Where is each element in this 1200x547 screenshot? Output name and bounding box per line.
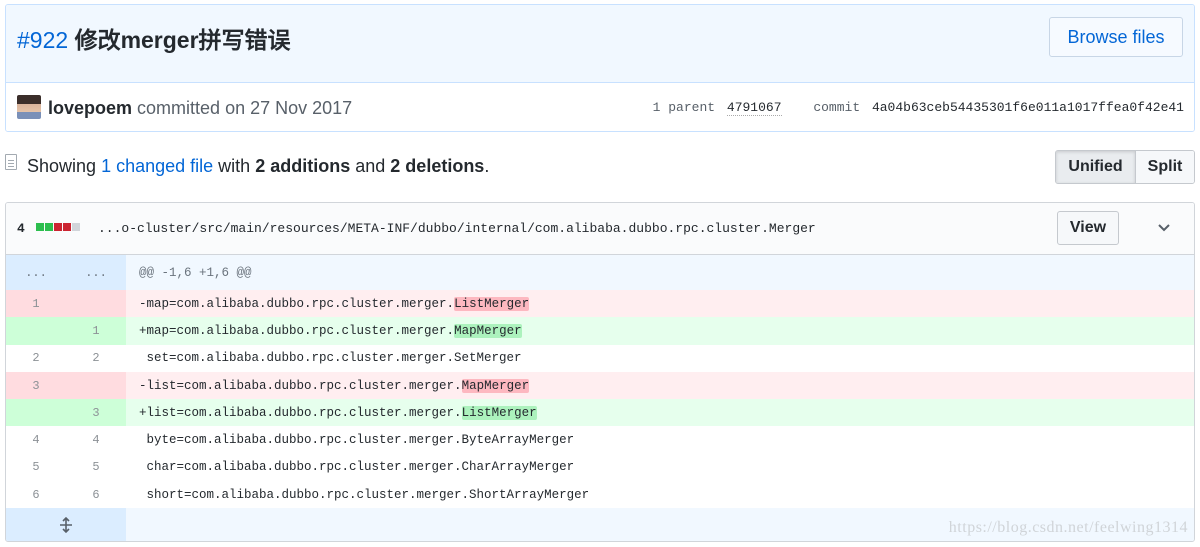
chevron-down-icon[interactable]	[1156, 219, 1172, 235]
diff-view-toggle: Unified Split	[1055, 150, 1195, 184]
word-highlight: MapMerger	[454, 323, 522, 338]
diff-table: ... ... @@ -1,6 +1,6 @@ 1 -map=com.alibab…	[6, 255, 1194, 541]
code-text: -list=com.alibaba.dubbo.rpc.cluster.merg…	[139, 378, 462, 393]
new-line-number[interactable]	[66, 290, 126, 318]
code-line: -map=com.alibaba.dubbo.rpc.cluster.merge…	[126, 290, 1194, 318]
sha-block: 1 parent 4791067 commit 4a04b63ceb544353…	[652, 100, 1184, 116]
diff-line-ctx: 22 set=com.alibaba.dubbo.rpc.cluster.mer…	[6, 344, 1194, 372]
browse-files-button[interactable]: Browse files	[1049, 17, 1183, 57]
committed-date: committed on 27 Nov 2017	[137, 98, 353, 118]
unified-button[interactable]: Unified	[1056, 151, 1136, 183]
hunk-expand-right[interactable]: ...	[66, 255, 126, 290]
diff-line-ctx: 44 byte=com.alibaba.dubbo.rpc.cluster.me…	[6, 426, 1194, 454]
diff-line-ctx: 55 char=com.alibaba.dubbo.rpc.cluster.me…	[6, 453, 1194, 482]
hunk-expand-left[interactable]: ...	[6, 255, 66, 290]
diffstat-del-block	[63, 223, 71, 231]
diff-line-del: 1 -map=com.alibaba.dubbo.rpc.cluster.merg…	[6, 290, 1194, 318]
new-line-number[interactable]: 3	[66, 399, 126, 427]
code-line: short=com.alibaba.dubbo.rpc.cluster.merg…	[126, 481, 1194, 509]
diffstat-del-block	[54, 223, 62, 231]
unfold-icon	[60, 516, 72, 533]
commit-title-bar: #922 修改merger拼写错误 Browse files	[6, 5, 1194, 83]
split-button[interactable]: Split	[1136, 151, 1194, 183]
code-text: byte=com.alibaba.dubbo.rpc.cluster.merge…	[139, 433, 575, 448]
diff-line-ctx: 66 short=com.alibaba.dubbo.rpc.cluster.m…	[6, 481, 1194, 509]
diffstat-blocks	[36, 223, 80, 231]
commit-meta: lovepoem committed on 27 Nov 2017 1 pare…	[6, 84, 1194, 131]
view-file-button[interactable]: View	[1057, 211, 1119, 245]
watermark: https://blog.csdn.net/feelwing1314	[948, 519, 1188, 536]
old-line-number[interactable]: 6	[6, 481, 66, 509]
toc-summary: Showing 1 changed file with 2 additions …	[27, 156, 489, 177]
code-text: +list=com.alibaba.dubbo.rpc.cluster.merg…	[139, 405, 462, 420]
hunk-header: @@ -1,6 +1,6 @@	[126, 255, 1194, 290]
hunk-header-row: ... ... @@ -1,6 +1,6 @@	[6, 255, 1194, 290]
new-line-number[interactable]: 6	[66, 481, 126, 509]
old-line-number[interactable]	[6, 317, 66, 345]
file-header: 4 ...o-cluster/src/main/resources/META-I…	[6, 203, 1194, 255]
file-diff: 4 ...o-cluster/src/main/resources/META-I…	[5, 202, 1195, 542]
diffstat-add-block	[45, 223, 53, 231]
diff-line-add: 3 +list=com.alibaba.dubbo.rpc.cluster.mer…	[6, 399, 1194, 427]
old-line-number[interactable]: 1	[6, 290, 66, 318]
toc-and: and	[355, 156, 386, 176]
diffstat-neutral-block	[72, 223, 80, 231]
new-line-number[interactable]: 1	[66, 317, 126, 345]
word-highlight: ListMerger	[454, 296, 530, 311]
old-line-number[interactable]: 4	[6, 426, 66, 454]
author-link[interactable]: lovepoem	[48, 98, 132, 118]
toc-period: .	[484, 156, 490, 176]
commit-message: 修改merger拼写错误	[74, 27, 291, 53]
diff-line-del: 3 -list=com.alibaba.dubbo.rpc.cluster.mer…	[6, 371, 1194, 400]
parent-sha-link[interactable]: 4791067	[726, 100, 782, 116]
code-line: +map=com.alibaba.dubbo.rpc.cluster.merge…	[126, 317, 1194, 345]
new-line-number[interactable]: 5	[66, 453, 126, 482]
pr-link[interactable]: #922	[17, 27, 68, 53]
code-text: short=com.alibaba.dubbo.rpc.cluster.merg…	[139, 487, 590, 502]
old-line-number[interactable]: 5	[6, 453, 66, 482]
old-line-number[interactable]	[6, 399, 66, 427]
code-line: -list=com.alibaba.dubbo.rpc.cluster.merg…	[126, 371, 1194, 400]
code-text: set=com.alibaba.dubbo.rpc.cluster.merger…	[139, 351, 522, 366]
file-diff-icon	[5, 154, 17, 170]
expand-icon[interactable]	[6, 508, 126, 541]
file-path[interactable]: ...o-cluster/src/main/resources/META-INF…	[98, 221, 816, 236]
word-highlight: MapMerger	[461, 378, 530, 393]
code-text: char=com.alibaba.dubbo.rpc.cluster.merge…	[139, 460, 575, 475]
word-highlight: ListMerger	[461, 405, 537, 420]
toc-with: with	[218, 156, 251, 176]
commit-label: commit	[813, 100, 861, 115]
toc-showing: Showing	[27, 156, 97, 176]
avatar[interactable]	[17, 95, 41, 119]
commit-header: #922 修改merger拼写错误 Browse files lovepoem …	[5, 4, 1195, 132]
diffstat-add-block	[36, 223, 44, 231]
additions-count: 2 additions	[255, 156, 351, 176]
parent-label: 1 parent	[652, 100, 716, 115]
commit-sha: 4a04b63ceb54435301f6e011a1017ffea0f42e41	[871, 100, 1184, 115]
code-line: char=com.alibaba.dubbo.rpc.cluster.merge…	[126, 453, 1194, 482]
code-line: byte=com.alibaba.dubbo.rpc.cluster.merge…	[126, 426, 1194, 454]
deletions-count: 2 deletions	[390, 156, 485, 176]
new-line-number[interactable]: 2	[66, 344, 126, 372]
toc-bar: Showing 1 changed file with 2 additions …	[5, 148, 1195, 186]
new-line-number[interactable]	[66, 371, 126, 400]
code-text: -map=com.alibaba.dubbo.rpc.cluster.merge…	[139, 296, 455, 311]
changed-files-link[interactable]: 1 changed file	[101, 156, 213, 176]
code-line: +list=com.alibaba.dubbo.rpc.cluster.merg…	[126, 399, 1194, 427]
code-line: set=com.alibaba.dubbo.rpc.cluster.merger…	[126, 344, 1194, 372]
old-line-number[interactable]: 3	[6, 371, 66, 400]
diff-change-count: 4	[17, 221, 25, 236]
diff-line-add: 1 +map=com.alibaba.dubbo.rpc.cluster.merg…	[6, 317, 1194, 345]
code-text: +map=com.alibaba.dubbo.rpc.cluster.merge…	[139, 323, 455, 338]
author-line: lovepoem committed on 27 Nov 2017	[48, 98, 352, 119]
commit-title: #922 修改merger拼写错误	[17, 21, 291, 55]
new-line-number[interactable]: 4	[66, 426, 126, 454]
old-line-number[interactable]: 2	[6, 344, 66, 372]
